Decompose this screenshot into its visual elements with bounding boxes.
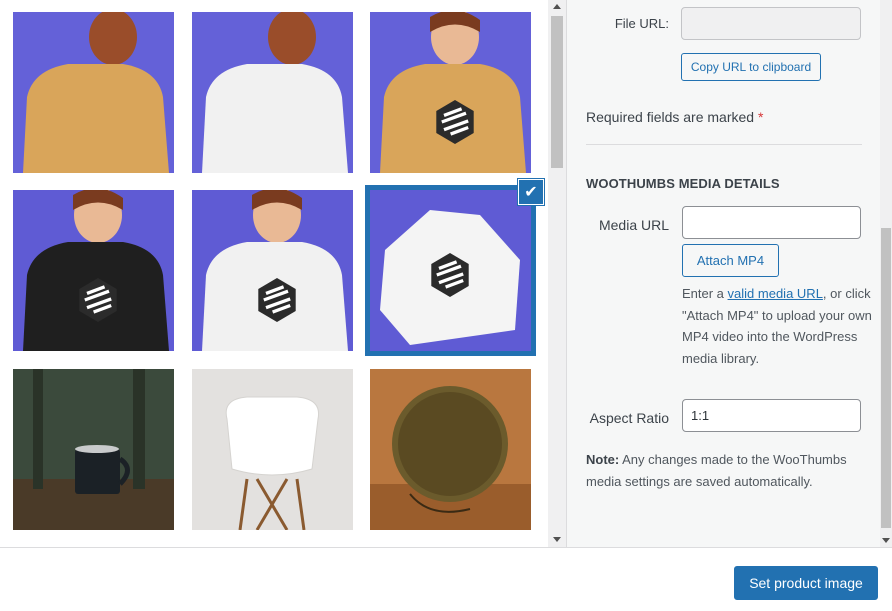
note-text: Any changes made to the WooThumbs media … (586, 452, 847, 489)
sidebar-scroll-down-icon[interactable] (882, 538, 890, 543)
sidebar-scrollbar-thumb[interactable] (881, 228, 891, 528)
scroll-down-icon[interactable] (553, 537, 561, 542)
help-prefix: Enter a (682, 286, 724, 301)
aspect-ratio-label: Aspect Ratio (589, 410, 669, 426)
copy-url-button[interactable]: Copy URL to clipboard (681, 53, 821, 81)
media-url-input[interactable] (682, 206, 861, 239)
media-thumbnail-camp-mug-forest[interactable] (13, 369, 174, 530)
media-thumbnail-woman-mustard-sweater-front[interactable] (370, 12, 531, 173)
media-thumbnail-white-sweater-flat[interactable] (367, 187, 534, 354)
media-url-help: Enter a valid media URL, or click "Attac… (682, 283, 872, 369)
aspect-ratio-input[interactable] (682, 399, 861, 432)
required-star: * (757, 109, 764, 125)
section-divider (586, 144, 862, 145)
scroll-up-icon[interactable] (553, 4, 561, 9)
scrollbar-thumb[interactable] (551, 16, 563, 168)
settings-note: Note: Any changes made to the WooThumbs … (586, 449, 866, 492)
required-note-text: Required fields are marked (586, 109, 755, 125)
woothumbs-section-title: WooThumbs Media Details (586, 176, 780, 191)
set-product-image-button[interactable]: Set product image (734, 566, 878, 600)
sidebar-scrollbar[interactable] (880, 0, 892, 547)
file-url-input[interactable] (681, 7, 861, 40)
media-thumbnail-round-speaker[interactable] (370, 369, 531, 530)
media-thumbnail-woman-mustard-sweater-back[interactable] (13, 12, 174, 173)
media-thumbnail-white-chair[interactable] (192, 369, 353, 530)
media-thumbnail-woman-black-sweater-front[interactable] (13, 190, 174, 351)
media-thumbnail-woman-white-sweater-back[interactable] (192, 12, 353, 173)
attach-mp4-button[interactable]: Attach MP4 (682, 244, 779, 277)
media-grid-scrollbar[interactable] (548, 0, 566, 547)
selected-checkmark-icon[interactable]: ✔ (518, 179, 544, 205)
valid-media-url-link[interactable]: valid media URL (728, 286, 823, 301)
media-library-panel: ✔ (0, 0, 548, 547)
media-thumbnail-woman-white-sweater-front[interactable] (192, 190, 353, 351)
media-url-label: Media URL (598, 217, 669, 233)
file-url-label: File URL: (614, 16, 669, 31)
modal-footer: Set product image (0, 547, 892, 611)
note-label: Note: (586, 452, 620, 467)
attachment-details-sidebar: File URL: Copy URL to clipboard Required… (566, 0, 880, 547)
required-fields-note: Required fields are marked * (586, 109, 763, 125)
